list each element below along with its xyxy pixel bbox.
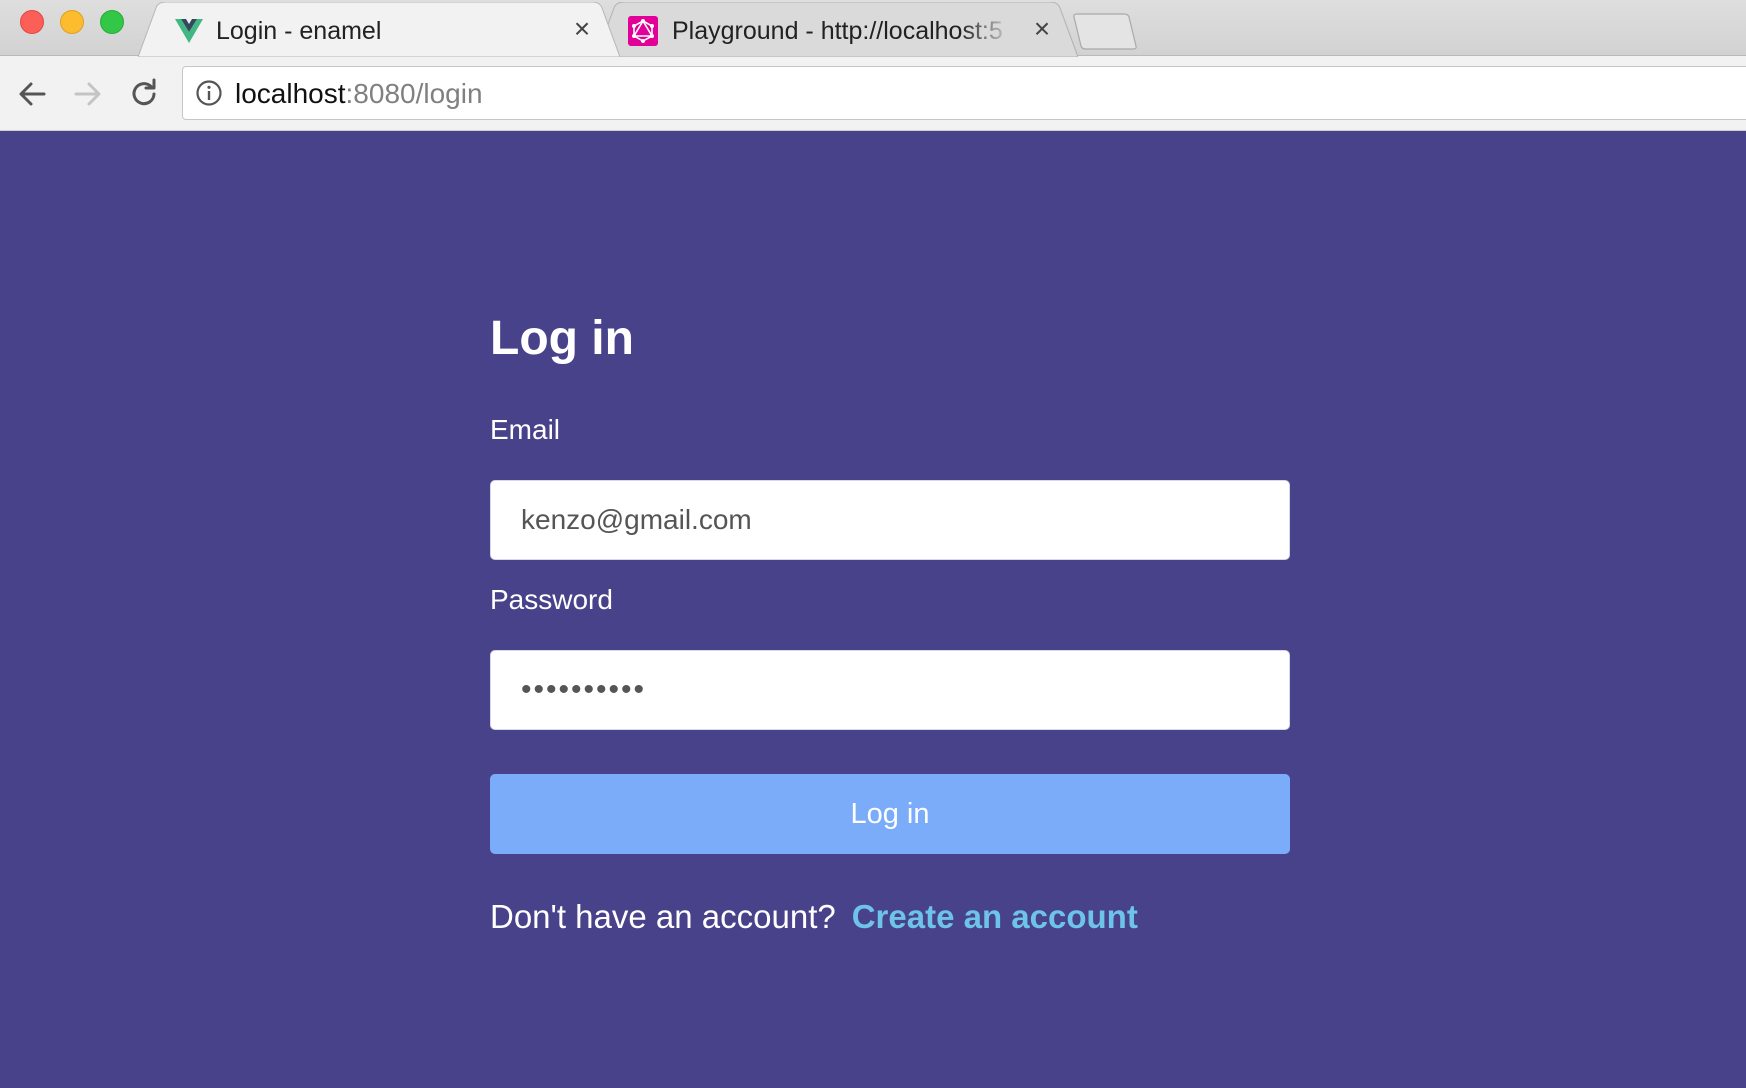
- vue-logo-icon: [174, 16, 204, 46]
- close-tab-icon[interactable]: ×: [568, 15, 596, 43]
- signup-row: Don't have an account? Create an account: [490, 898, 1138, 936]
- tab-title: Login - enamel: [216, 17, 382, 45]
- login-button[interactable]: Log in: [490, 774, 1290, 854]
- page-content: Log in Email Password Log in Don't have …: [0, 131, 1746, 1088]
- back-arrow-icon[interactable]: [12, 74, 52, 114]
- browser-toolbar: localhost:8080/login: [0, 56, 1746, 131]
- tab-title: Playground - http://localhost:5: [672, 17, 1003, 45]
- password-field[interactable]: [490, 650, 1290, 730]
- address-bar[interactable]: localhost:8080/login: [182, 66, 1746, 120]
- forward-arrow-icon[interactable]: [68, 74, 108, 114]
- address-url: localhost:8080/login: [235, 78, 483, 110]
- maximize-window-button[interactable]: [100, 10, 124, 34]
- page-title: Log in: [490, 312, 634, 365]
- email-field[interactable]: [490, 480, 1290, 560]
- info-icon[interactable]: [195, 79, 223, 107]
- new-tab-icon: [1073, 13, 1137, 50]
- tab-login[interactable]: Login - enamel ×: [138, 2, 620, 57]
- password-label: Password: [490, 584, 613, 615]
- tab-playground[interactable]: Playground - http://localhost:5 ×: [596, 2, 1078, 57]
- browser-tab-bar: Login - enamel × Playground - http://loc…: [0, 0, 1746, 57]
- url-host: localhost: [235, 78, 346, 109]
- graphql-logo-icon: [628, 16, 658, 46]
- create-account-link[interactable]: Create an account: [852, 898, 1138, 935]
- signup-prompt: Don't have an account?: [490, 898, 836, 935]
- reload-icon[interactable]: [124, 74, 164, 114]
- close-window-button[interactable]: [20, 10, 44, 34]
- minimize-window-button[interactable]: [60, 10, 84, 34]
- url-path: :8080/login: [345, 78, 483, 109]
- email-label: Email: [490, 414, 561, 445]
- close-tab-icon[interactable]: ×: [1028, 15, 1056, 43]
- new-tab-button[interactable]: [1070, 2, 1140, 57]
